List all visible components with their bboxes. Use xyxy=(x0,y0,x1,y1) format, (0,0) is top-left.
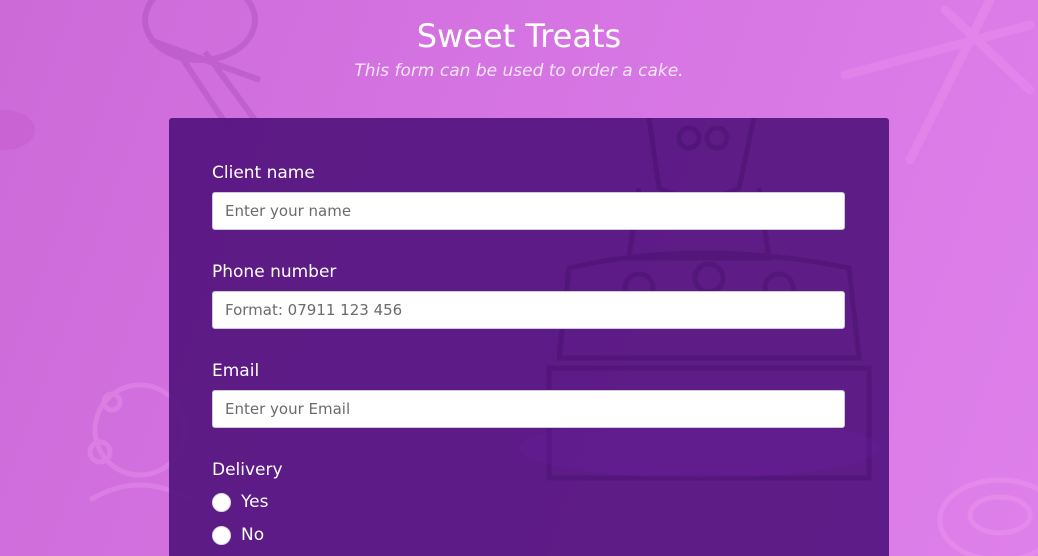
delivery-option-yes[interactable]: Yes xyxy=(212,489,845,515)
delivery-no-label[interactable]: No xyxy=(241,525,264,545)
page-title: Sweet Treats xyxy=(416,17,622,55)
delivery-yes-label[interactable]: Yes xyxy=(241,492,268,512)
client-name-label: Client name xyxy=(212,163,315,183)
delivery-label: Delivery xyxy=(212,460,283,480)
order-form-card: Client name Phone number Email Delivery … xyxy=(169,118,889,556)
page-header: Sweet Treats This form can be used to or… xyxy=(0,0,1038,82)
phone-number-label: Phone number xyxy=(212,262,337,282)
phone-number-field: Phone number xyxy=(212,261,845,329)
delivery-field: Delivery Yes No xyxy=(212,459,845,555)
client-name-field: Client name xyxy=(212,162,845,230)
email-label: Email xyxy=(212,361,260,381)
email-field: Email xyxy=(212,360,845,428)
page-subtitle: This form can be used to order a cake. xyxy=(354,61,684,81)
phone-number-input[interactable] xyxy=(212,291,845,329)
email-input[interactable] xyxy=(212,390,845,428)
client-name-input[interactable] xyxy=(212,192,845,230)
delivery-option-no[interactable]: No xyxy=(212,522,845,548)
delivery-no-radio[interactable] xyxy=(212,525,231,545)
delivery-yes-radio[interactable] xyxy=(212,492,231,512)
